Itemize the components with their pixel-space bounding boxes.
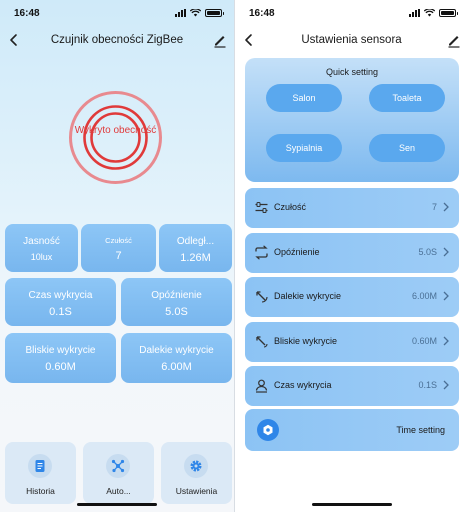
status-icons	[409, 9, 458, 17]
setting-row-detection-time[interactable]: Czas wykrycia 0.1S	[245, 366, 459, 406]
time-setting-row[interactable]: Time setting	[245, 409, 459, 451]
battery-icon	[205, 9, 224, 17]
detection-time-label: Czas wykrycia	[274, 380, 332, 390]
quick-setting-panel: Quick setting Salon Toaleta Sypialnia Se…	[245, 58, 459, 182]
setting-row-near-detection[interactable]: Bliskie wykrycie 0.60M	[245, 322, 459, 362]
sensor-settings-screen: 16:48 Ustawienia sensora Quick setting S…	[234, 0, 468, 512]
automation-label: Auto...	[106, 486, 131, 496]
chevron-right-icon	[443, 247, 449, 257]
presence-status-text: Wykryto obecność	[74, 125, 157, 136]
wifi-icon	[424, 9, 435, 17]
tile-detection-time: Czas wykrycia 0.1S	[5, 278, 116, 326]
delay-value: 5.0S	[418, 247, 437, 257]
status-time: 16:48	[14, 8, 40, 19]
sensitivity-label: Czułość	[274, 202, 307, 212]
presence-indicator: Wykryto obecność	[68, 90, 163, 185]
nodes-icon	[106, 454, 130, 478]
settings-button[interactable]: Ustawienia	[161, 442, 232, 504]
detection-time-value: 0.1S	[418, 380, 437, 390]
tile-distance: Odległ... 1.26M	[159, 224, 232, 272]
chevron-right-icon	[443, 291, 449, 301]
status-time: 16:48	[249, 8, 275, 19]
edit-pencil-icon[interactable]	[446, 32, 462, 48]
far-detection-value: 6.00M	[411, 291, 437, 301]
tile-sensitivity: Czułość 7	[81, 224, 156, 272]
automation-button[interactable]: Auto...	[83, 442, 154, 504]
setting-row-sensitivity[interactable]: Czułość 7	[245, 188, 459, 228]
gear-icon	[184, 454, 208, 478]
delay-label: Opóźnienie	[274, 247, 320, 257]
tile-brightness: Jasność 10lux	[5, 224, 78, 272]
page-title: Czujnik obecności ZigBee	[50, 34, 184, 46]
battery-icon	[439, 9, 458, 17]
status-bar: 16:48	[235, 8, 468, 22]
status-icons	[175, 9, 224, 17]
repeat-icon	[255, 245, 268, 260]
preset-sen-button[interactable]: Sen	[369, 134, 445, 162]
home-indicator	[77, 503, 157, 506]
setting-row-far-detection[interactable]: Dalekie wykrycie 6.00M	[245, 277, 459, 317]
top-nav: Ustawienia sensora	[235, 30, 468, 52]
preset-salon-button[interactable]: Salon	[266, 84, 342, 112]
wifi-icon	[190, 9, 201, 17]
sliders-icon	[255, 202, 268, 213]
edit-pencil-icon[interactable]	[212, 32, 228, 48]
settings-hex-icon	[257, 419, 279, 441]
quick-setting-title: Quick setting	[325, 67, 379, 77]
home-indicator	[312, 503, 392, 506]
time-setting-label: Time setting	[396, 425, 445, 435]
chevron-right-icon	[443, 336, 449, 346]
chevron-right-icon	[443, 380, 449, 390]
preset-toaleta-button[interactable]: Toaleta	[369, 84, 445, 112]
near-detection-label: Bliskie wykrycie	[274, 336, 338, 346]
preset-sypialnia-button[interactable]: Sypialnia	[266, 134, 342, 162]
tile-far-detection: Dalekie wykrycie 6.00M	[121, 333, 232, 383]
person-icon	[255, 379, 268, 393]
near-detection-value: 0.60M	[411, 336, 437, 346]
settings-label: Ustawienia	[175, 486, 218, 496]
document-icon	[28, 454, 52, 478]
presence-sensor-screen: 16:48 Czujnik obecności ZigBee Wykryto o…	[0, 0, 234, 512]
top-nav: Czujnik obecności ZigBee	[0, 30, 234, 52]
signal-icon	[175, 9, 186, 17]
setting-row-delay[interactable]: Opóźnienie 5.0S	[245, 233, 459, 273]
status-bar: 16:48	[0, 8, 234, 22]
tile-delay: Opóźnienie 5.0S	[121, 278, 232, 326]
near-detect-icon	[256, 336, 268, 348]
signal-icon	[409, 9, 420, 17]
sensitivity-value: 7	[431, 202, 437, 212]
history-label: Historia	[26, 486, 55, 496]
tile-near-detection: Bliskie wykrycie 0.60M	[5, 333, 116, 383]
page-title: Ustawienia sensora	[301, 34, 402, 46]
far-detect-icon	[256, 291, 268, 303]
far-detection-label: Dalekie wykrycie	[274, 291, 342, 301]
chevron-right-icon	[443, 202, 449, 212]
radar-rings-icon	[69, 91, 162, 184]
history-button[interactable]: Historia	[5, 442, 76, 504]
